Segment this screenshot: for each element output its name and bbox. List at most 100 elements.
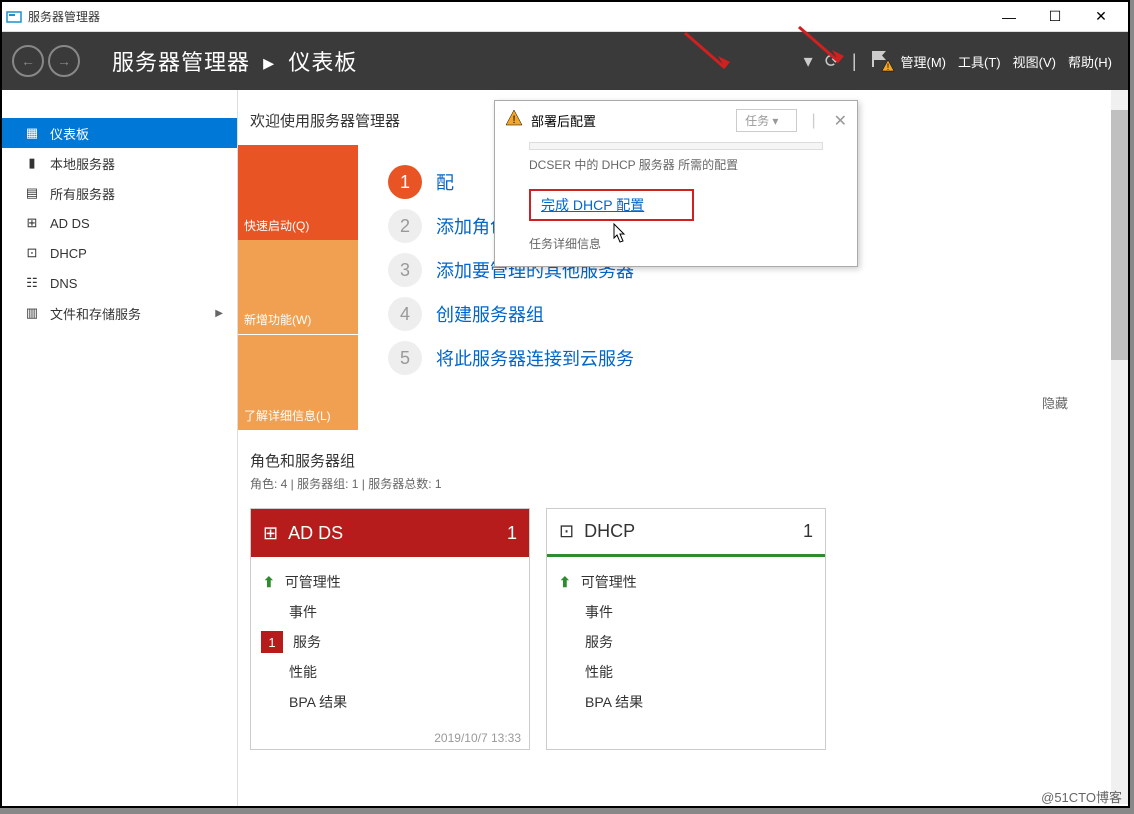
nav-back-button[interactable]: ← — [12, 45, 44, 77]
menu-view[interactable]: 视图(V) — [1013, 52, 1056, 71]
alert-badge: 1 — [261, 631, 283, 653]
breadcrumb-separator: ▸ — [263, 50, 275, 75]
sidebar: ▦ 仪表板 ▮ 本地服务器 ▤所有服务器 ⊞ AD DS ⊡DHCP ☷DNS ▥ 文件… — [2, 90, 238, 806]
sidebar-item-dhcp[interactable]: ⊡DHCP — [2, 238, 237, 268]
sidebar-item-dns[interactable]: ☷DNS — [2, 268, 237, 298]
tile-title: DHCP — [584, 521, 635, 542]
sidebar-item-label: AD DS — [50, 216, 90, 231]
tile-count: 1 — [803, 521, 813, 542]
window-title: 服务器管理器 — [28, 8, 100, 25]
nav-forward-button[interactable]: → — [48, 45, 80, 77]
up-arrow-icon: ⬆ — [263, 574, 275, 591]
popup-close-button[interactable]: ✕ — [834, 111, 847, 131]
notification-popup: ! 部署后配置 任务 ▾ | ✕ DCSER 中的 DHCP 服务器 所需的配置… — [494, 100, 858, 267]
annotation-arrow-2 — [794, 22, 854, 72]
complete-dhcp-link[interactable]: 完成 DHCP 配置 — [541, 197, 644, 213]
hide-link[interactable]: 隐藏 — [388, 385, 1098, 420]
tile-row-performance[interactable]: 性能 — [263, 657, 517, 687]
step-number: 1 — [388, 165, 422, 199]
app-icon — [6, 9, 22, 25]
tile-row-manageability[interactable]: ⬆可管理性 — [263, 567, 517, 597]
scrollbar-thumb[interactable] — [1111, 110, 1128, 360]
roles-subtitle: 角色: 4 | 服务器组: 1 | 服务器总数: 1 — [250, 475, 1116, 492]
tile-row-events[interactable]: 事件 — [559, 597, 813, 627]
breadcrumb: 服务器管理器 ▸ 仪表板 — [112, 45, 357, 77]
tile-count: 1 — [507, 523, 517, 544]
step-4[interactable]: 4 创建服务器组 — [388, 297, 1098, 331]
step-number: 2 — [388, 209, 422, 243]
learn-more-box[interactable]: 了解详细信息(L) — [238, 334, 358, 430]
sidebar-item-adds[interactable]: ⊞ AD DS — [2, 208, 237, 238]
popup-separator: | — [811, 112, 815, 130]
sidebar-item-label: DHCP — [50, 246, 87, 261]
header-bar: ← → 服务器管理器 ▸ 仪表板 ▾ ⟳ | ! 管理(M) 工具(T) 视图(… — [2, 32, 1128, 90]
tile-row-label: 服务 — [293, 632, 321, 652]
sidebar-item-label: 本地服务器 — [50, 154, 115, 173]
minimize-button[interactable]: — — [986, 2, 1032, 32]
notifications-flag-icon[interactable]: ! — [869, 49, 889, 74]
close-button[interactable]: ✕ — [1078, 2, 1124, 32]
tile-row-label: BPA 结果 — [289, 692, 347, 712]
sidebar-item-label: DNS — [50, 276, 77, 291]
svg-text:!: ! — [886, 62, 889, 72]
storage-icon: ▥ — [24, 305, 40, 321]
tile-row-events[interactable]: 事件 — [263, 597, 517, 627]
adds-tile-icon: ⊞ — [263, 523, 278, 544]
tile-row-services[interactable]: 服务 — [559, 627, 813, 657]
adds-icon: ⊞ — [24, 215, 40, 231]
chevron-right-icon: ▶ — [215, 308, 223, 319]
step-5[interactable]: 5 将此服务器连接到云服务 — [388, 341, 1098, 375]
tile-row-label: 服务 — [585, 632, 613, 652]
step-link: 创建服务器组 — [436, 301, 544, 327]
tile-dhcp[interactable]: ⊡ DHCP 1 ⬆可管理性 事件 服务 性能 BPA 结果 — [546, 508, 826, 750]
breadcrumb-page: 仪表板 — [288, 50, 357, 75]
titlebar: 服务器管理器 — ☐ ✕ — [2, 2, 1128, 32]
warning-icon: ! — [505, 109, 523, 132]
tasks-dropdown[interactable]: 任务 ▾ — [736, 109, 797, 132]
progress-bar — [529, 142, 823, 150]
svg-text:!: ! — [512, 114, 515, 126]
annotation-arrow-1 — [680, 28, 740, 78]
menu-tools[interactable]: 工具(T) — [958, 52, 1001, 71]
whats-new-box[interactable]: 新增功能(W) — [238, 240, 358, 335]
tile-adds[interactable]: ⊞ AD DS 1 ⬆可管理性 事件 1 服务 性能 BPA 结果 2019/10… — [250, 508, 530, 750]
tile-row-label: 性能 — [289, 662, 317, 682]
tile-header: ⊞ AD DS 1 — [251, 509, 529, 557]
tile-title: AD DS — [288, 523, 343, 544]
sidebar-item-dashboard[interactable]: ▦ 仪表板 — [2, 118, 237, 148]
menu-help[interactable]: 帮助(H) — [1068, 52, 1112, 71]
quick-links-column: 快速启动(Q) 新增功能(W) 了解详细信息(L) — [238, 145, 358, 430]
tile-row-label: BPA 结果 — [585, 692, 643, 712]
quick-start-label: 快速启动(Q) — [244, 217, 309, 234]
step-number: 4 — [388, 297, 422, 331]
sidebar-item-storage[interactable]: ▥ 文件和存储服务 ▶ — [2, 298, 237, 328]
sidebar-item-all[interactable]: ▤所有服务器 — [2, 178, 237, 208]
step-link: 将此服务器连接到云服务 — [436, 345, 634, 371]
tile-row-performance[interactable]: 性能 — [559, 657, 813, 687]
step-number: 3 — [388, 253, 422, 287]
roles-title: 角色和服务器组 — [250, 450, 1116, 471]
tile-row-bpa[interactable]: BPA 结果 — [559, 687, 813, 717]
sidebar-item-label: 文件和存储服务 — [50, 304, 141, 323]
task-details-link[interactable]: 任务详细信息 — [495, 227, 857, 266]
popup-description: DCSER 中的 DHCP 服务器 所需的配置 — [495, 156, 857, 183]
sidebar-item-local[interactable]: ▮ 本地服务器 — [2, 148, 237, 178]
server-icon: ▮ — [24, 155, 40, 171]
learn-more-label: 了解详细信息(L) — [244, 407, 331, 424]
sidebar-item-label: 仪表板 — [50, 124, 89, 143]
tile-header: ⊡ DHCP 1 — [547, 509, 825, 557]
quick-start-box[interactable]: 快速启动(Q) — [238, 145, 358, 240]
dashboard-icon: ▦ — [24, 125, 40, 141]
maximize-button[interactable]: ☐ — [1032, 2, 1078, 32]
tile-row-bpa[interactable]: BPA 结果 — [263, 687, 517, 717]
tile-row-label: 事件 — [585, 602, 613, 622]
breadcrumb-app: 服务器管理器 — [112, 50, 250, 75]
vertical-scrollbar[interactable] — [1111, 90, 1128, 804]
tile-timestamp: 2019/10/7 13:33 — [251, 727, 529, 749]
tile-row-label: 事件 — [289, 602, 317, 622]
tile-row-services[interactable]: 1 服务 — [263, 627, 517, 657]
menu-manage[interactable]: 管理(M) — [901, 52, 947, 71]
sidebar-item-label: 所有服务器 — [50, 184, 115, 203]
step-number: 5 — [388, 341, 422, 375]
tile-row-manageability[interactable]: ⬆可管理性 — [559, 567, 813, 597]
